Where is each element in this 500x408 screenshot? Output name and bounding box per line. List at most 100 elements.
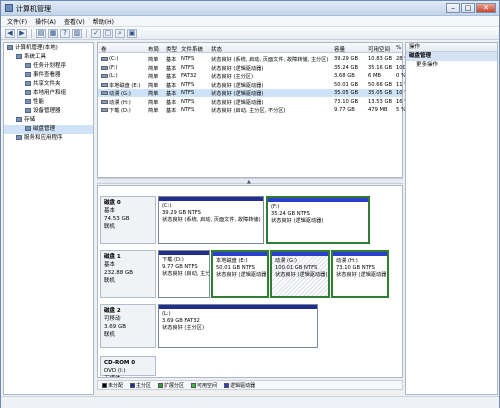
folder-icon (25, 126, 31, 131)
toolbar-separator (86, 28, 87, 38)
disk-name: 磁盘 1 (104, 254, 121, 260)
partition-block[interactable]: 本地磁盘 (E:) 50.01 GB NTFS 状态良好 (逻辑驱动器) (211, 250, 269, 298)
disk-label[interactable]: 磁盘 0 基本 74.53 GB 联机 (100, 196, 156, 244)
partition-block[interactable]: 动漫 (G:) 100.01 GB NTFS 状态良好 (逻辑驱动器) (270, 250, 330, 298)
table-cell: 状态良好 (系统, 启动, 页面文件, 故障转储, 主分区) (211, 57, 329, 63)
tree-item[interactable]: 共享文件夹 (4, 80, 93, 89)
disk-status: 联机 (104, 278, 116, 284)
table-row[interactable]: 动漫 (H:) 简单 基本 NTFS 状态良好 (逻辑驱动器) 73.10 GB 13.53… (98, 98, 406, 106)
partition-type-bar (159, 251, 209, 255)
tree-item[interactable]: 任务计划程序 (4, 62, 93, 71)
table-cell: NTFS (181, 56, 195, 62)
partition-status: 状态良好 (主分区) (162, 325, 205, 331)
menu-help[interactable]: 帮助(H) (93, 17, 114, 26)
legend: 未分配 主分区 扩展分区 可用空间 逻辑驱动器 (97, 380, 403, 390)
properties-icon[interactable]: ▦ (48, 28, 58, 38)
table-cell: (F:) (109, 64, 118, 71)
partition-type-bar (213, 252, 267, 256)
table-row[interactable]: (L:) 简单 基本 FAT32 状态良好 (主分区) 3.68 GB 6 MB 0 % (98, 72, 406, 80)
forward-icon[interactable]: ▶ (17, 28, 27, 38)
table-cell: 50.66 GB (368, 81, 393, 88)
col-layout[interactable]: 布局 (148, 45, 159, 53)
folder-icon (25, 72, 31, 77)
back-icon[interactable]: ◀ (5, 28, 15, 38)
drive-icon (101, 74, 108, 78)
partition-type-bar (159, 197, 263, 201)
check-icon[interactable]: ✓ (91, 28, 101, 38)
drive-icon (101, 108, 108, 112)
partition-block[interactable]: 下载 (D:)9.77 GB NTFS状态良好 (启动, 主分区) (158, 250, 210, 298)
tree-item[interactable]: 本地用户和组 (4, 89, 93, 98)
table-row[interactable]: 下载 (D:) 简单 基本 NTFS 状态良好 (启动, 主分区, 不分区) 9.77 G… (98, 106, 406, 114)
partition-block[interactable]: (L:) 3.69 GB FAT32 状态良好 (主分区) (158, 304, 318, 348)
disk-name: 磁盘 2 (104, 308, 121, 314)
partition-type-bar (159, 305, 317, 309)
disk-map: 磁盘 0 基本 74.53 GB 联机 (C:) 39.29 GB NTFS 状态良好 (系… (97, 185, 403, 378)
actions-section-disk-management[interactable]: 磁盘管理 (406, 52, 497, 61)
disk-status: 联机 (104, 224, 116, 230)
col-free-space[interactable]: 可用空间 (368, 45, 390, 53)
partition-name: (C:) (162, 203, 172, 209)
disk-label[interactable]: 磁盘 2 可移动 3.69 GB 联机 (100, 304, 156, 348)
col-capacity[interactable]: 容量 (334, 45, 345, 53)
partition-status: 状态良好 (系统, 启动, 页面文件, 故障转储) (162, 217, 261, 223)
settings-icon[interactable]: ▣ (127, 28, 137, 38)
disk-name: CD-ROM 0 (104, 360, 136, 366)
table-row[interactable]: (F:) 简单 基本 NTFS 状态良好 (逻辑驱动器) 35.24 GB 35.16 GB… (98, 64, 406, 72)
tree-item[interactable]: 服务和应用程序 (4, 134, 93, 143)
table-cell: 状态良好 (逻辑驱动器) (211, 65, 264, 72)
tree-item[interactable]: 磁盘管理 (4, 125, 93, 134)
open-icon[interactable]: ▢ (103, 28, 113, 38)
close-button[interactable]: ✕ (476, 3, 496, 13)
table-row[interactable]: 本地磁盘 (E:) 简单 基本 NTFS 状态良好 (逻辑驱动器) 50.01 GB 50.… (98, 81, 406, 89)
table-cell: 状态良好 (启动, 主分区, 不分区) (211, 108, 286, 114)
search-icon[interactable]: ⌕ (115, 28, 125, 38)
tree-item[interactable]: 存储 (4, 116, 93, 125)
col-volume[interactable]: 卷 (101, 45, 107, 53)
tree-item[interactable]: 事件查看器 (4, 71, 93, 80)
legend-label: 主分区 (136, 382, 152, 389)
tree-item-label: 任务计划程序 (33, 63, 67, 69)
partition-status: 状态良好 (逻辑驱动器) (271, 218, 324, 224)
menu-action[interactable]: 操作(A) (35, 17, 56, 26)
tree-item[interactable]: 系统工具 (4, 53, 93, 62)
menu-file[interactable]: 文件(F) (7, 17, 27, 26)
legend-label: 逻辑驱动器 (230, 382, 256, 389)
show-tree-icon[interactable]: ▤ (36, 28, 46, 38)
menu-view[interactable]: 查看(V) (64, 17, 85, 26)
help-icon[interactable]: ? (60, 28, 70, 38)
drive-icon (101, 65, 108, 70)
table-cell: FAT32 (181, 73, 197, 79)
col-type[interactable]: 类型 (166, 45, 177, 53)
minimize-button[interactable]: – (446, 3, 460, 13)
col-filesystem[interactable]: 文件系统 (181, 45, 203, 53)
disk-size: 3.69 GB (104, 324, 127, 330)
pane-splitter[interactable]: ▲ (97, 178, 403, 185)
table-row[interactable]: 动漫 (G:) 简单 基本 NTFS 状态良好 (逻辑驱动器) 35.05 GB 35.05… (98, 89, 406, 97)
partition-size: 73.10 GB NTFS (336, 265, 375, 271)
actions-header: 操作 (406, 43, 497, 52)
legend-label: 可用空间 (197, 382, 218, 389)
tree-item-label: 本地用户和组 (33, 90, 67, 96)
maximize-button[interactable]: □ (461, 3, 475, 13)
view-icon[interactable]: ▥ (72, 28, 82, 38)
tree-item[interactable]: 性能 (4, 98, 93, 107)
table-row[interactable]: (C:) 简单 基本 NTFS 状态良好 (系统, 启动, 页面文件, 故障转储, 主分… (98, 55, 406, 63)
partition-block[interactable]: (F:) 35.24 GB NTFS 状态良好 (逻辑驱动器) (266, 196, 370, 244)
disk-label[interactable]: 磁盘 1 基本 232.88 GB 联机 (100, 250, 156, 298)
legend-item: 逻辑驱动器 (224, 382, 255, 389)
legend-item: 主分区 (130, 382, 151, 389)
partition-block[interactable]: 动漫 (H:) 73.10 GB NTFS 状态良好 (逻辑驱动器) (331, 250, 389, 298)
tree-item[interactable]: 计算机管理(本地) (4, 44, 93, 53)
disk-label[interactable]: CD-ROM 0 DVD (I:)无媒体 (100, 356, 156, 377)
partition-name: 本地磁盘 (E:) (216, 258, 248, 264)
volume-list-header: 卷 布局 类型 文件系统 状态 容量 可用空间 % (98, 43, 402, 53)
more-actions-link[interactable]: 更多操作 (406, 61, 497, 70)
partition-status: 状态良好 (启动, 主分区) (162, 271, 210, 277)
col-status[interactable]: 状态 (211, 45, 222, 53)
col-percent[interactable]: % (396, 45, 401, 51)
legend-item: 未分配 (102, 382, 123, 389)
partition-block[interactable]: (C:) 39.29 GB NTFS 状态良好 (系统, 启动, 页面文件, 故障转… (158, 196, 264, 244)
toolbar: ◀ ▶ ▤ ▦ ? ▥ ✓ ▢ ⌕ ▣ (1, 27, 499, 40)
tree-item[interactable]: 设备管理器 (4, 107, 93, 116)
